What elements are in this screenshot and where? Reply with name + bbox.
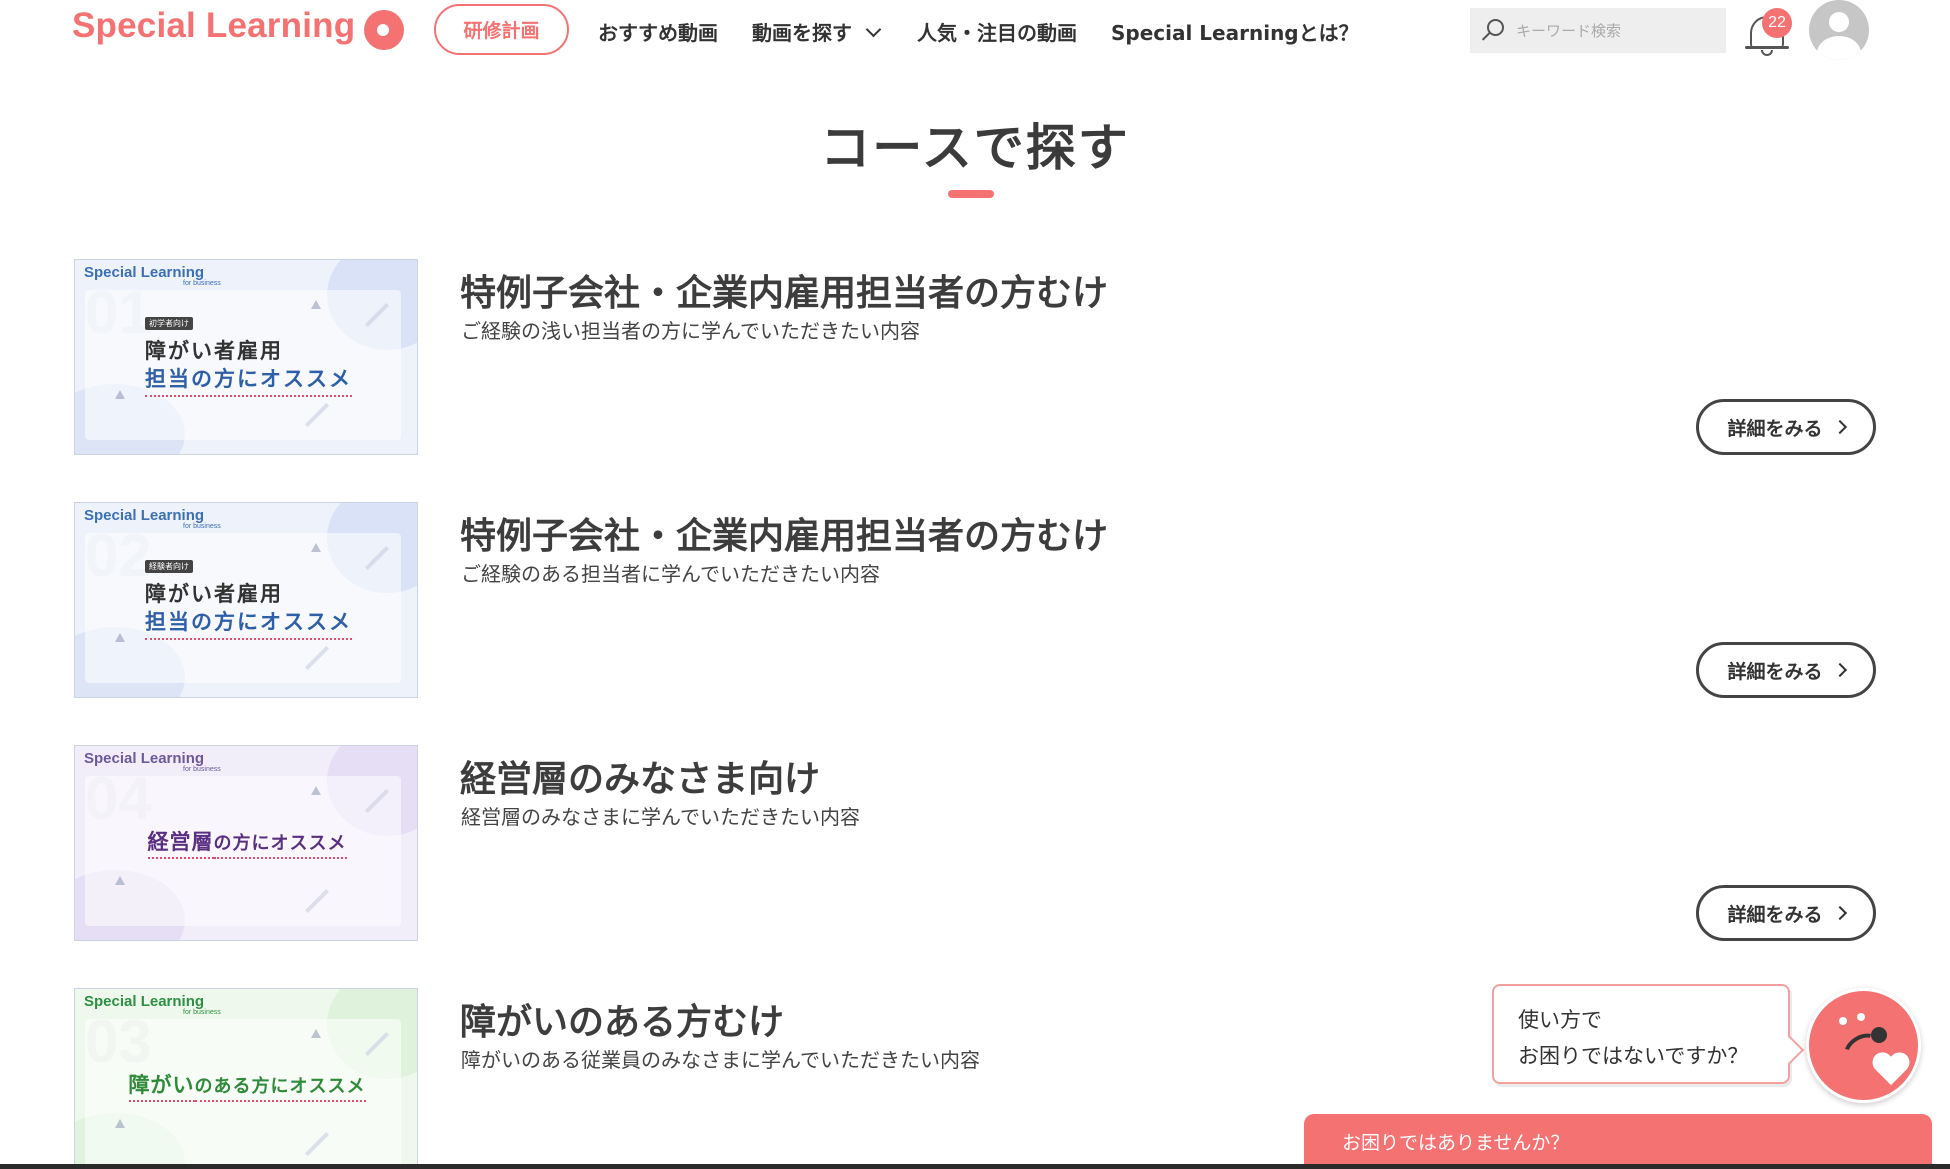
site-header: Special Learning 研修計画 おすすめ動画 動画を探す 人気・注目…: [0, 0, 1950, 62]
thumb-line1: 障がい者雇用: [145, 339, 283, 363]
user-avatar[interactable]: [1809, 0, 1869, 60]
thumb-brand-sub: for business: [183, 766, 221, 773]
thumb-brand-sub: for business: [183, 1009, 221, 1016]
course-thumbnail[interactable]: 03 Special Learning for business 障がいのある方…: [74, 988, 418, 1169]
search-box: [1470, 8, 1726, 53]
site-logo[interactable]: Special Learning: [72, 6, 355, 46]
window-bottom-edge: [0, 1164, 1950, 1169]
detail-button-label: 詳細をみる: [1727, 660, 1823, 683]
detail-button[interactable]: 詳細をみる: [1696, 399, 1876, 455]
course-thumbnail[interactable]: 02 Special Learning for business 経験者向け 障…: [74, 502, 418, 698]
notification-badge: 22: [1762, 8, 1792, 38]
thumb-headline-a: 障がい: [128, 1073, 195, 1102]
nav-popular[interactable]: 人気・注目の動画: [917, 17, 1077, 46]
help-speech-bubble[interactable]: 使い方で お困りではないですか？: [1492, 984, 1790, 1084]
search-icon[interactable]: [1480, 18, 1506, 44]
thumb-tag: 経験者向け: [145, 560, 193, 573]
thumb-line1: 障がい者雇用: [145, 582, 283, 606]
thumb-headline: 経営層の方にオススメ: [75, 826, 417, 859]
thumb-brand-sub: for business: [183, 280, 221, 287]
detail-button[interactable]: 詳細をみる: [1696, 642, 1876, 698]
course-thumbnail[interactable]: 04 Special Learning for business 経営層の方にオ…: [74, 745, 418, 941]
course-title[interactable]: 経営層のみなさま向け: [460, 750, 820, 802]
help-bar-button[interactable]: お困りではありませんか？: [1304, 1114, 1932, 1169]
nav-find-videos[interactable]: 動画を探す: [752, 17, 882, 46]
nav-about[interactable]: Special Learningとは？: [1111, 17, 1359, 46]
course-title[interactable]: 特例子会社・企業内雇用担当者の方むけ: [460, 264, 1108, 316]
course-title[interactable]: 特例子会社・企業内雇用担当者の方むけ: [460, 507, 1108, 559]
course-item: 01 Special Learning for business 初学者向け 障…: [74, 259, 1876, 455]
course-description: 障がいのある従業員のみなさまに学んでいただきたい内容: [461, 1048, 980, 1072]
thumb-headline-b: のある方にオススメ: [194, 1076, 366, 1102]
course-description: ご経験の浅い担当者の方に学んでいただきたい内容: [461, 319, 920, 343]
thumb-line2: 担当の方にオススメ: [145, 363, 352, 397]
detail-button-label: 詳細をみる: [1727, 903, 1823, 926]
thumb-brand: Special Learning: [84, 264, 205, 281]
chevron-right-icon: [1832, 419, 1847, 435]
thumb-headline: 障がいのある方にオススメ: [75, 1069, 417, 1102]
chevron-right-icon: [1832, 905, 1847, 921]
page-title: コースで探す: [820, 119, 1130, 177]
course-thumbnail[interactable]: 01 Special Learning for business 初学者向け 障…: [74, 259, 418, 455]
thumb-tag: 初学者向け: [145, 317, 193, 330]
help-bubble-line2: お困りではないですか？: [1518, 1044, 1749, 1068]
course-title[interactable]: 障がいのある方むけ: [460, 993, 784, 1045]
course-item: 04 Special Learning for business 経営層の方にオ…: [74, 745, 1876, 941]
detail-button[interactable]: 詳細をみる: [1696, 885, 1876, 941]
thumb-headline-b: の方にオススメ: [213, 833, 347, 859]
thumb-brand: Special Learning: [84, 750, 205, 767]
title-underline: [948, 190, 994, 198]
course-description: 経営層のみなさまに学んでいただきたい内容: [461, 805, 860, 829]
nav-recommended[interactable]: おすすめ動画: [598, 17, 718, 46]
support-mascot-icon[interactable]: [1806, 988, 1921, 1103]
thumb-brand: Special Learning: [84, 507, 205, 524]
logo-heart-icon: [364, 10, 404, 50]
training-plan-button[interactable]: 研修計画: [434, 4, 569, 55]
thumb-headline-a: 経営層: [147, 830, 214, 859]
thumb-brand: Special Learning: [84, 993, 205, 1010]
search-input[interactable]: [1516, 21, 1716, 40]
help-bubble-line1: 使い方で: [1518, 1008, 1602, 1032]
course-item: 02 Special Learning for business 経験者向け 障…: [74, 502, 1876, 698]
course-description: ご経験のある担当者に学んでいただきたい内容: [461, 562, 880, 586]
detail-button-label: 詳細をみる: [1727, 417, 1823, 440]
thumb-brand-sub: for business: [183, 523, 221, 530]
thumb-line2: 担当の方にオススメ: [145, 606, 352, 640]
chevron-down-icon: [865, 21, 882, 38]
chevron-right-icon: [1832, 662, 1847, 678]
nav-find-videos-label: 動画を探す: [752, 21, 852, 45]
